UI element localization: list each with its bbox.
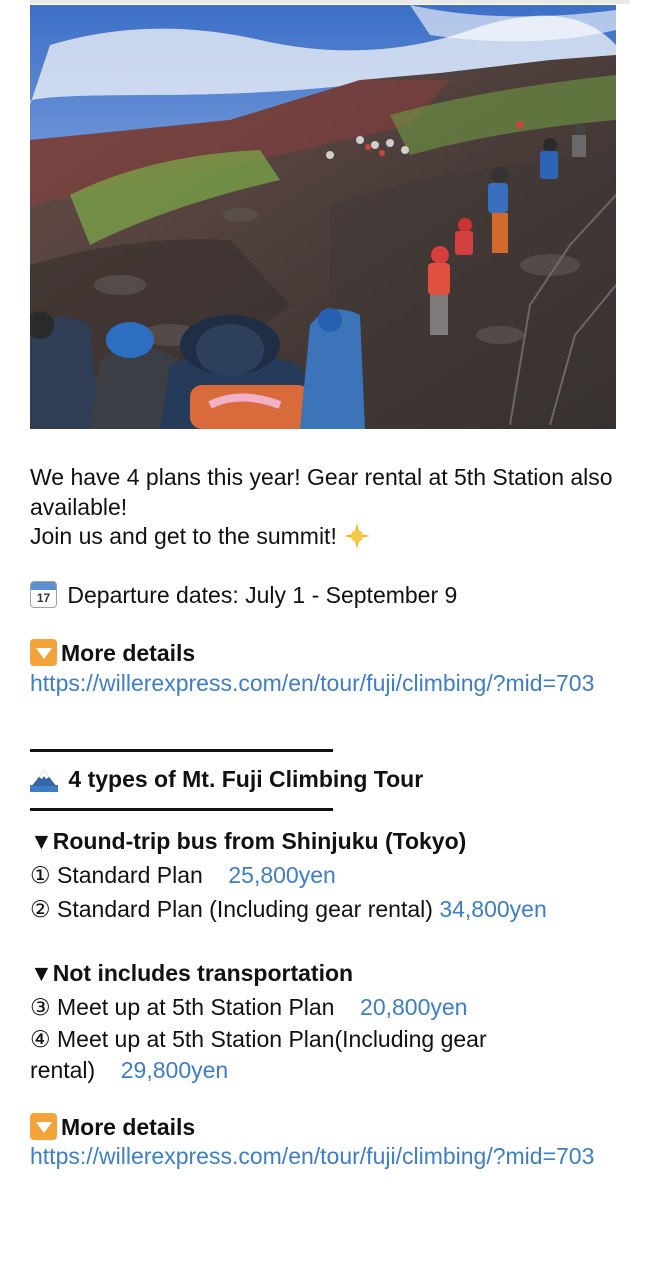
plan-name: Standard Plan (Including gear rental) [57, 895, 433, 922]
plan-row: ③ Meet up at 5th Station Plan 20,800yen [30, 990, 620, 1024]
plan-row: ① Standard Plan 25,800yen [30, 858, 620, 892]
details-link-2[interactable]: https://willerexpress.com/en/tour/fuji/c… [30, 1142, 620, 1172]
tour-heading-row: 4 types of Mt. Fuji Climbing Tour [30, 765, 620, 795]
plan-name: Meet up at 5th Station Plan [57, 993, 335, 1020]
section-bus-marker: ▼ [30, 827, 53, 854]
down-arrow-button-icon [30, 639, 57, 666]
tour-heading: 4 types of Mt. Fuji Climbing Tour [68, 766, 424, 792]
section-no-transport-marker: ▼ [30, 959, 53, 986]
departure-row: 17 Departure dates: July 1 - September 9 [30, 580, 620, 611]
plan-name: Standard Plan [57, 861, 203, 888]
section-no-transport-title: Not includes transportation [52, 959, 354, 986]
more-details-heading-2: More details [30, 1112, 620, 1143]
climbers-photo-image [30, 5, 616, 429]
plan-price: 29,800yen [120, 1056, 229, 1083]
post-photo[interactable] [30, 5, 616, 429]
plan-number: ③ [30, 993, 51, 1020]
plan-row: ② Standard Plan (Including gear rental) … [30, 892, 620, 926]
plan-price: 25,800yen [228, 861, 336, 888]
details-link[interactable]: https://willerexpress.com/en/tour/fuji/c… [30, 669, 620, 699]
intro-line-1: We have 4 plans this year! Gear rental a… [30, 464, 619, 520]
more-details-label: More details [61, 640, 196, 666]
intro-text: We have 4 plans this year! Gear rental a… [30, 463, 620, 522]
snow-mountain-icon [30, 767, 58, 792]
section-bus-title: Round-trip bus from Shinjuku (Tokyo) [52, 827, 467, 854]
sparkle-sun-icon [343, 522, 371, 550]
plan-number: ④ [30, 1025, 51, 1052]
more-details-heading: More details [30, 639, 620, 669]
post-body: We have 4 plans this year! Gear rental a… [30, 463, 620, 1172]
plan-number: ① [30, 861, 51, 888]
departure-dates-text: Departure dates: July 1 - September 9 [67, 581, 458, 608]
intro-line-2-row: Join us and get to the summit! [30, 522, 620, 552]
plan-number: ② [30, 895, 51, 922]
section-divider-bottom [30, 807, 333, 811]
plan-price: 20,800yen [360, 993, 468, 1020]
section-bus-heading: ▼Round-trip bus from Shinjuku (Tokyo) [30, 824, 620, 858]
top-divider [30, 0, 630, 4]
section-divider-top [30, 749, 333, 752]
more-details-label-2: More details [61, 1113, 196, 1140]
intro-line-2: Join us and get to the summit! [30, 523, 337, 549]
plan-name: Meet up at 5th Station Plan(Including ge… [30, 1025, 487, 1083]
down-arrow-button-icon [30, 1112, 57, 1140]
calendar-icon: 17 [30, 580, 57, 608]
plan-row: ④ Meet up at 5th Station Plan(Including … [30, 1024, 620, 1086]
section-no-transport-heading: ▼Not includes transportation [30, 956, 620, 990]
plan-price: 34,800yen [439, 895, 547, 922]
